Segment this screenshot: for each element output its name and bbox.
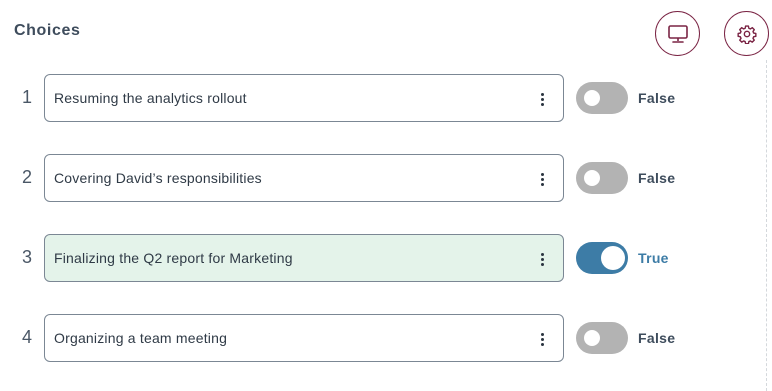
choice-text: Finalizing the Q2 report for Marketing xyxy=(54,250,293,266)
toggle-knob xyxy=(584,330,600,346)
choice-row: 1 Resuming the analytics rollout False xyxy=(0,74,720,122)
toggle-value-label: True xyxy=(638,250,669,266)
choice-text: Resuming the analytics rollout xyxy=(54,90,247,106)
choice-number: 1 xyxy=(21,87,32,107)
choice-input[interactable]: Organizing a team meeting xyxy=(44,314,564,362)
choice-row: 3 Finalizing the Q2 report for Marketing… xyxy=(0,234,720,282)
toggle-knob xyxy=(601,246,625,270)
toggle-knob xyxy=(584,170,600,186)
toggle-value-label: False xyxy=(638,330,676,346)
choice-row: 4 Organizing a team meeting False xyxy=(0,314,720,362)
choice-text: Covering David’s responsibilities xyxy=(54,170,262,186)
choice-input[interactable]: Covering David’s responsibilities xyxy=(44,154,564,202)
divider xyxy=(766,60,767,391)
choice-text: Organizing a team meeting xyxy=(54,330,228,346)
true-false-toggle[interactable] xyxy=(576,162,628,194)
choices-panel: Choices 1 Resuming the analytics rollout… xyxy=(0,0,772,391)
more-options-icon[interactable] xyxy=(539,329,547,349)
choice-row: 2 Covering David’s responsibilities Fals… xyxy=(0,154,720,202)
more-options-icon[interactable] xyxy=(539,169,547,189)
choice-number: 2 xyxy=(21,167,32,187)
toggle-value-label: False xyxy=(638,170,676,186)
settings-button[interactable] xyxy=(724,11,769,56)
choice-input[interactable]: Finalizing the Q2 report for Marketing xyxy=(44,234,564,282)
monitor-button[interactable] xyxy=(655,11,700,56)
true-false-toggle[interactable] xyxy=(576,82,628,114)
more-options-icon[interactable] xyxy=(539,249,547,269)
true-false-toggle[interactable] xyxy=(576,322,628,354)
page-title: Choices xyxy=(14,22,81,39)
choice-number: 3 xyxy=(21,247,32,267)
toggle-value-label: False xyxy=(638,90,676,106)
gear-icon xyxy=(736,24,757,44)
monitor-icon xyxy=(667,24,689,44)
choice-input[interactable]: Resuming the analytics rollout xyxy=(44,74,564,122)
toggle-knob xyxy=(584,90,600,106)
choice-number: 4 xyxy=(21,327,32,347)
true-false-toggle[interactable] xyxy=(576,242,628,274)
more-options-icon[interactable] xyxy=(539,89,547,109)
